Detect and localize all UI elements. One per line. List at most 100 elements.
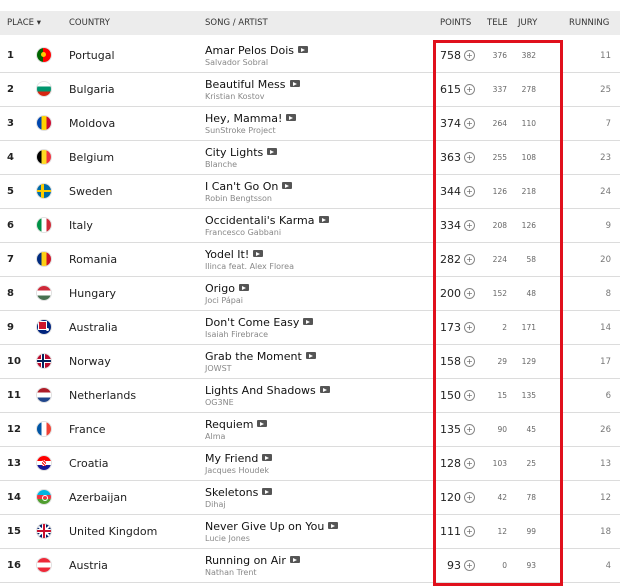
jury-value: 110 [521,119,536,128]
country-header[interactable]: COUNTRY [69,18,110,28]
jury-value: 129 [521,357,536,366]
table-row[interactable]: 7 Romania Yodel It! Ilinca feat. Alex Flore… [0,242,620,277]
expand-points-icon[interactable]: + [464,152,475,163]
song-title[interactable]: Requiem [205,418,268,431]
song-title[interactable]: My Friend [205,452,273,465]
table-row[interactable]: 10 Norway Grab the Moment JOWST 158 +29 129 17 [0,344,620,379]
country-name[interactable]: Norway [69,355,111,368]
song-title[interactable]: Hey, Mamma! [205,112,297,125]
video-icon[interactable] [262,488,273,495]
song-title[interactable]: Occidentali's Karma [205,214,329,227]
video-icon[interactable] [305,352,316,359]
table-row[interactable]: 9 Australia Don't Come Easy Isaiah Firebrac… [0,310,620,345]
points-value: 93 [447,559,461,572]
song-title[interactable]: I Can't Go On [205,180,293,193]
country-name[interactable]: Belgium [69,151,114,164]
table-row[interactable]: 6 Italy Occidentali's Karma Francesco Gabba… [0,208,620,243]
jury-header[interactable]: JURY [518,18,537,28]
country-name[interactable]: Austria [69,559,108,572]
country-name[interactable]: Sweden [69,185,112,198]
country-name[interactable]: France [69,423,106,436]
video-icon[interactable] [303,318,314,325]
video-icon[interactable] [289,80,300,87]
country-name[interactable]: Italy [69,219,93,232]
table-row[interactable]: 1 Portugal Amar Pelos Dois Salvador Sobral 7… [0,38,620,73]
video-icon[interactable] [262,454,273,461]
video-icon[interactable] [286,114,297,121]
country-name[interactable]: Azerbaijan [69,491,127,504]
song-title[interactable]: Origo [205,282,249,295]
song-title[interactable]: City Lights [205,146,278,159]
points-value: 374 [440,117,461,130]
sort-place-header[interactable]: PLACE ▾ [7,18,41,28]
table-row[interactable]: 16 Austria Running on Air Nathan Trent 93 +0 9… [0,548,620,583]
expand-points-icon[interactable]: + [464,50,475,61]
expand-points-icon[interactable]: + [464,322,475,333]
song-title[interactable]: Don't Come Easy [205,316,314,329]
video-icon[interactable] [319,386,330,393]
country-name[interactable]: Australia [69,321,118,334]
table-row[interactable]: 3 Moldova Hey, Mamma! SunStroke Project 374 +… [0,106,620,141]
country-flag-icon [37,456,51,470]
table-row[interactable]: 14 Azerbaijan Skeletons Dihaj 120 +42 78 12 [0,480,620,515]
country-name[interactable]: United Kingdom [69,525,157,538]
expand-points-icon[interactable]: + [464,458,475,469]
table-row[interactable]: 15 United Kingdom Never Give Up on You Luci… [0,514,620,549]
video-icon[interactable] [282,182,293,189]
table-row[interactable]: 12 France Requiem Alma 135 +90 45 26 [0,412,620,447]
song-title[interactable]: Lights And Shadows [205,384,330,397]
tele-header[interactable]: TELE [487,18,508,28]
expand-points-icon[interactable]: + [464,220,475,231]
song-title[interactable]: Beautiful Mess [205,78,300,91]
table-row[interactable]: 13 Croatia My Friend Jacques Houdek 128 +103 2… [0,446,620,481]
expand-points-icon[interactable]: + [464,288,475,299]
video-icon[interactable] [238,284,249,291]
country-name[interactable]: Moldova [69,117,115,130]
country-name[interactable]: Bulgaria [69,83,115,96]
table-row[interactable]: 5 Sweden I Can't Go On Robin Bengtsson 344 +1… [0,174,620,209]
country-flag-icon [37,422,51,436]
table-row[interactable]: 11 Netherlands Lights And Shadows OG3NE 150 +… [0,378,620,413]
song-title[interactable]: Skeletons [205,486,273,499]
song-title[interactable]: Amar Pelos Dois [205,44,309,57]
running-order: 4 [605,561,611,571]
video-icon[interactable] [253,250,264,257]
table-row[interactable]: 2 Bulgaria Beautiful Mess Kristian Kostov 61… [0,72,620,107]
song-artist-header[interactable]: SONG / ARTIST [205,18,268,28]
expand-points-icon[interactable]: + [464,492,475,503]
expand-points-icon[interactable]: + [464,526,475,537]
points-header[interactable]: POINTS [440,18,471,28]
points-value: 158 [440,355,461,368]
video-icon[interactable] [267,148,278,155]
table-row[interactable]: 8 Hungary Origo Joci Pápai 200 +152 48 8 [0,276,620,311]
song-title[interactable]: Yodel It! [205,248,264,261]
country-name[interactable]: Hungary [69,287,116,300]
song-title-text: Running on Air [205,554,286,567]
video-icon[interactable] [257,420,268,427]
place-number: 11 [7,390,21,401]
country-flag-icon [37,524,51,538]
country-flag-icon [37,184,51,198]
video-icon[interactable] [318,216,329,223]
expand-points-icon[interactable]: + [464,118,475,129]
country-name[interactable]: Portugal [69,49,115,62]
expand-points-icon[interactable]: + [464,390,475,401]
song-title[interactable]: Grab the Moment [205,350,316,363]
song-title[interactable]: Never Give Up on You [205,520,339,533]
table-row[interactable]: 4 Belgium City Lights Blanche 363 +255 108 23 [0,140,620,175]
country-flag-icon [37,286,51,300]
song-title[interactable]: Running on Air [205,554,300,567]
expand-points-icon[interactable]: + [464,186,475,197]
expand-points-icon[interactable]: + [464,254,475,265]
expand-points-icon[interactable]: + [464,424,475,435]
running-header[interactable]: RUNNING [569,18,609,28]
video-icon[interactable] [328,522,339,529]
expand-points-icon[interactable]: + [464,84,475,95]
expand-points-icon[interactable]: + [464,356,475,367]
video-icon[interactable] [298,46,309,53]
expand-points-icon[interactable]: + [464,560,475,571]
country-name[interactable]: Netherlands [69,389,136,402]
country-name[interactable]: Croatia [69,457,109,470]
video-icon[interactable] [289,556,300,563]
country-name[interactable]: Romania [69,253,117,266]
